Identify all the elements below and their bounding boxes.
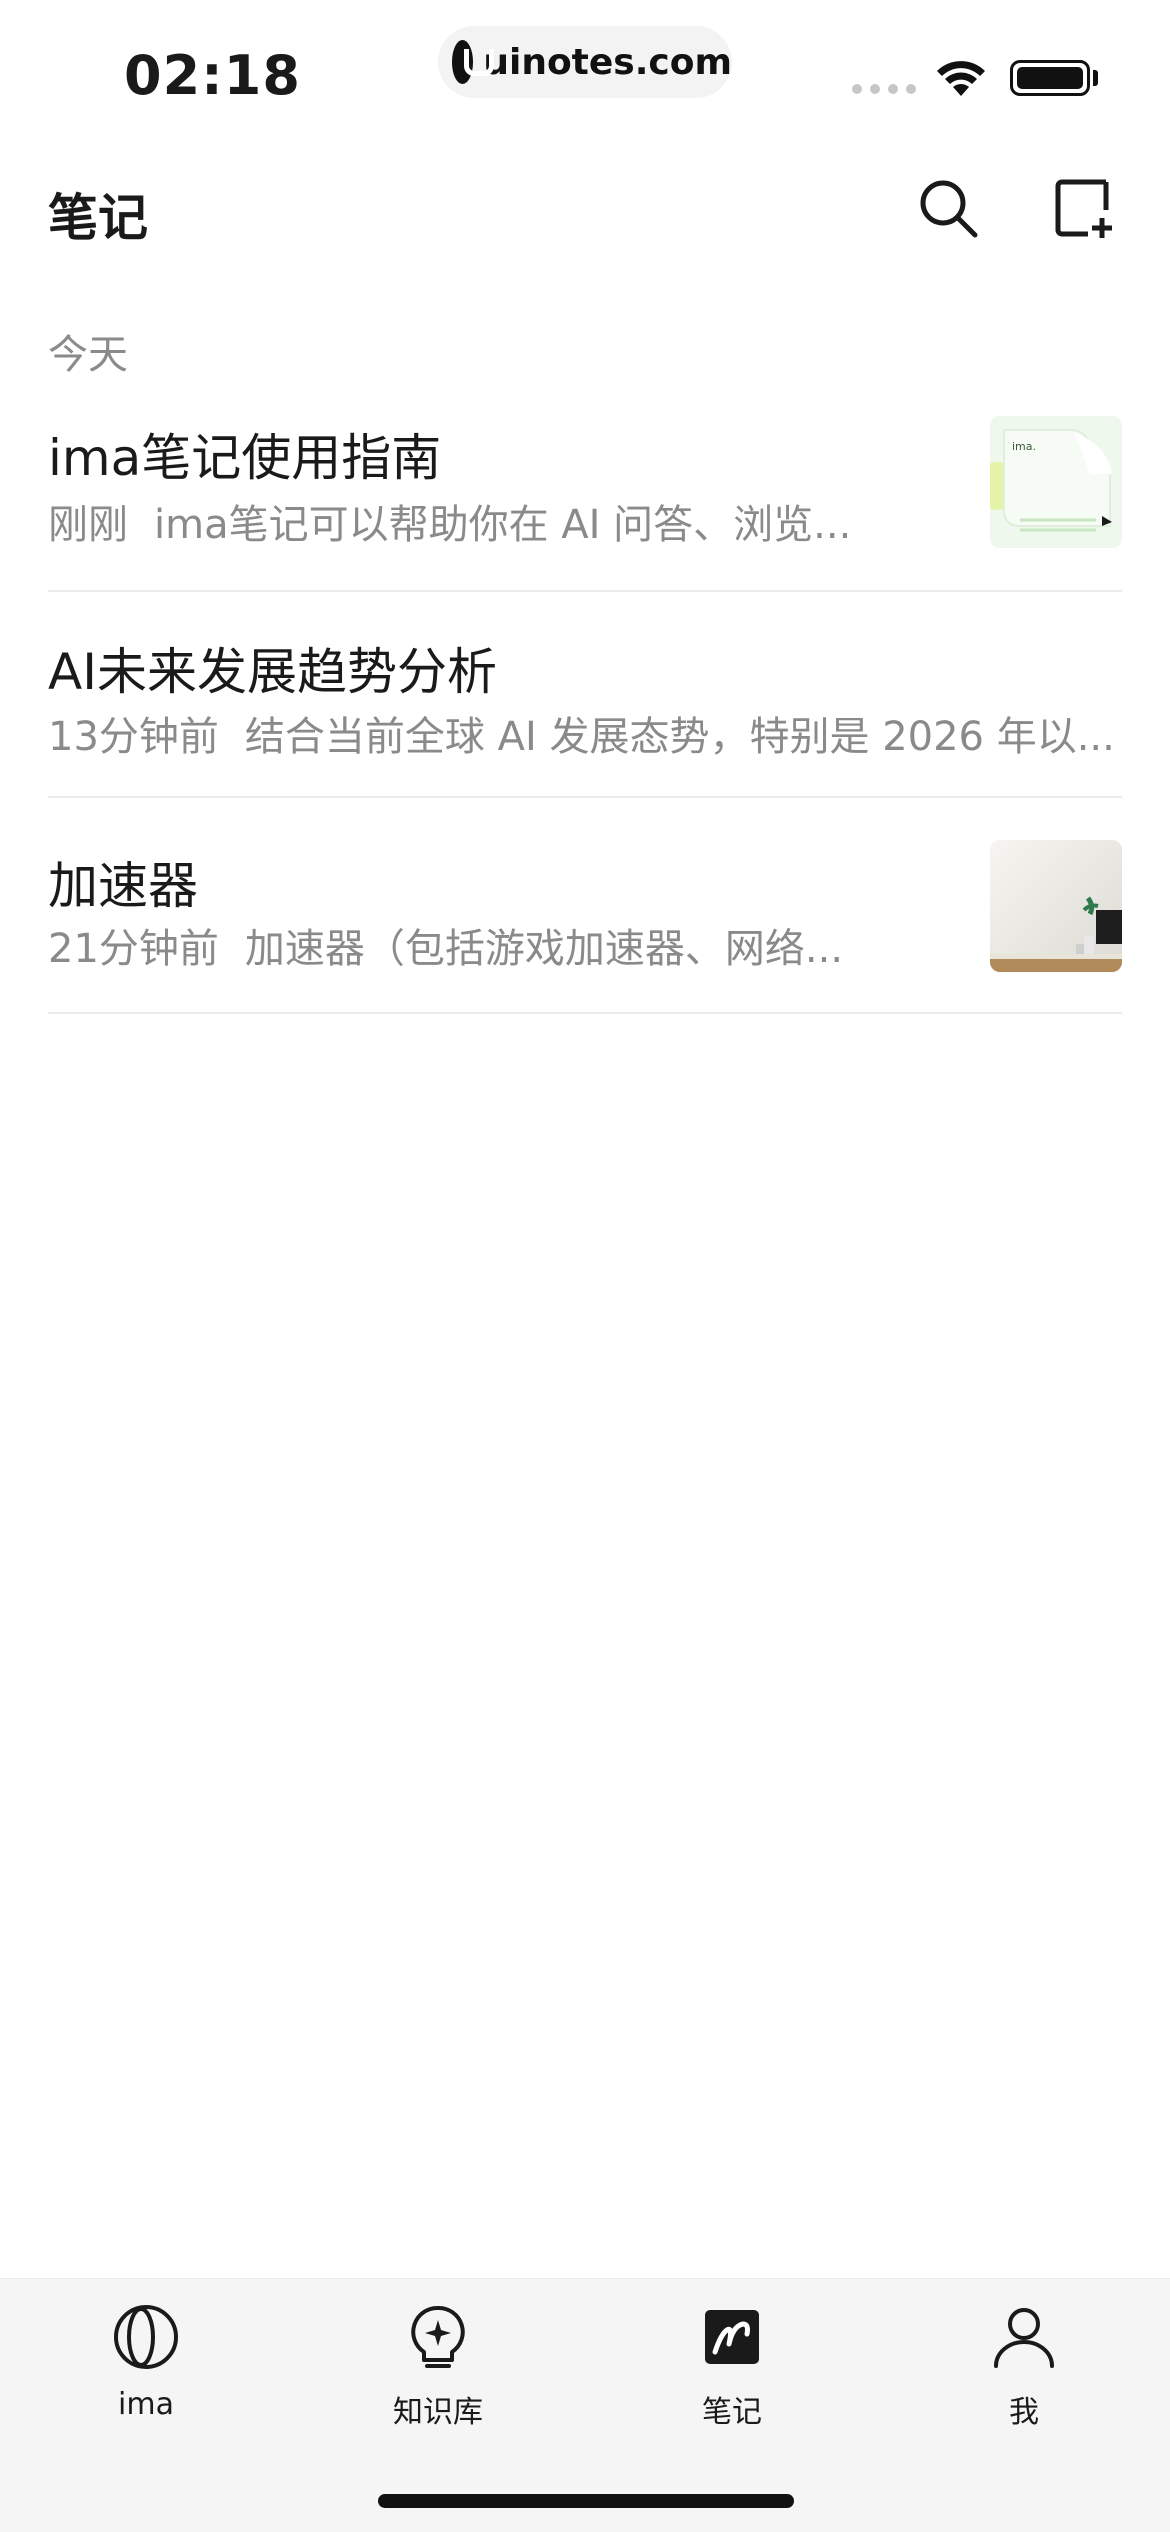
note-snippet: ima笔记可以帮助你在 AI 问答、浏览... <box>154 502 852 548</box>
battery-icon <box>1010 60 1090 96</box>
note-item[interactable]: 加速器 21分钟前 加速器（包括游戏加速器、网络... <box>48 798 1122 1014</box>
note-meta: 刚刚 ima笔记可以帮助你在 AI 问答、浏览... <box>48 492 888 550</box>
guide-thumbnail-image: ima. <box>990 416 1122 548</box>
tab-notes[interactable]: 笔记 <box>632 2301 832 2451</box>
svg-text:ima.: ima. <box>1012 440 1036 453</box>
notes-icon <box>696 2301 768 2373</box>
status-bar: 02:18 uinotes.com <box>0 0 1170 140</box>
search-button[interactable] <box>910 170 986 246</box>
page-title: 笔记 <box>48 189 148 247</box>
knowledge-base-icon <box>402 2301 474 2373</box>
note-meta: 21分钟前 加速器（包括游戏加速器、网络... <box>48 916 888 974</box>
wifi-icon <box>937 61 985 96</box>
tab-knowledge-base[interactable]: 知识库 <box>338 2301 538 2451</box>
tab-label: 我 <box>1009 2395 1039 2430</box>
note-thumbnail <box>990 840 1122 972</box>
note-thumbnail: ima. <box>990 416 1122 548</box>
site-logo-icon <box>452 40 495 84</box>
profile-icon <box>988 2301 1060 2373</box>
new-note-icon <box>1055 179 1112 238</box>
tab-me[interactable]: 我 <box>924 2301 1124 2451</box>
note-item[interactable]: ima笔记使用指南 刚刚 ima笔记可以帮助你在 AI 问答、浏览... ima. <box>48 380 1122 592</box>
note-title: 加速器 <box>48 857 198 915</box>
note-time: 13分钟前 <box>48 714 219 760</box>
battery-cap <box>1093 70 1098 86</box>
tab-label: 知识库 <box>393 2395 483 2430</box>
site-pill: uinotes.com <box>438 26 732 98</box>
note-snippet: 加速器（包括游戏加速器、网络... <box>244 926 844 972</box>
note-time: 刚刚 <box>48 502 128 548</box>
site-name: uinotes.com <box>483 41 732 83</box>
home-indicator <box>378 2494 794 2508</box>
ima-icon <box>110 2301 182 2373</box>
status-time: 02:18 <box>124 44 301 107</box>
tab-ima[interactable]: ima <box>46 2301 246 2451</box>
section-label-today: 今天 <box>48 332 128 378</box>
search-icon <box>920 180 978 238</box>
note-item[interactable]: AI未来发展趋势分析 13分钟前 结合当前全球 AI 发展态势，特别是 2026 … <box>48 592 1122 798</box>
note-snippet: 结合当前全球 AI 发展态势，特别是 2026 年以... <box>244 714 1115 760</box>
room-thumbnail-image <box>990 840 1122 972</box>
tab-label: ima <box>118 2387 174 2422</box>
note-title: AI未来发展趋势分析 <box>48 643 497 701</box>
note-meta: 13分钟前 结合当前全球 AI 发展态势，特别是 2026 年以... <box>48 704 1122 762</box>
tab-label: 笔记 <box>702 2395 762 2430</box>
note-title: ima笔记使用指南 <box>48 429 442 487</box>
cellular-signal-icon <box>852 84 916 94</box>
note-time: 21分钟前 <box>48 926 219 972</box>
new-note-button[interactable] <box>1046 170 1122 246</box>
